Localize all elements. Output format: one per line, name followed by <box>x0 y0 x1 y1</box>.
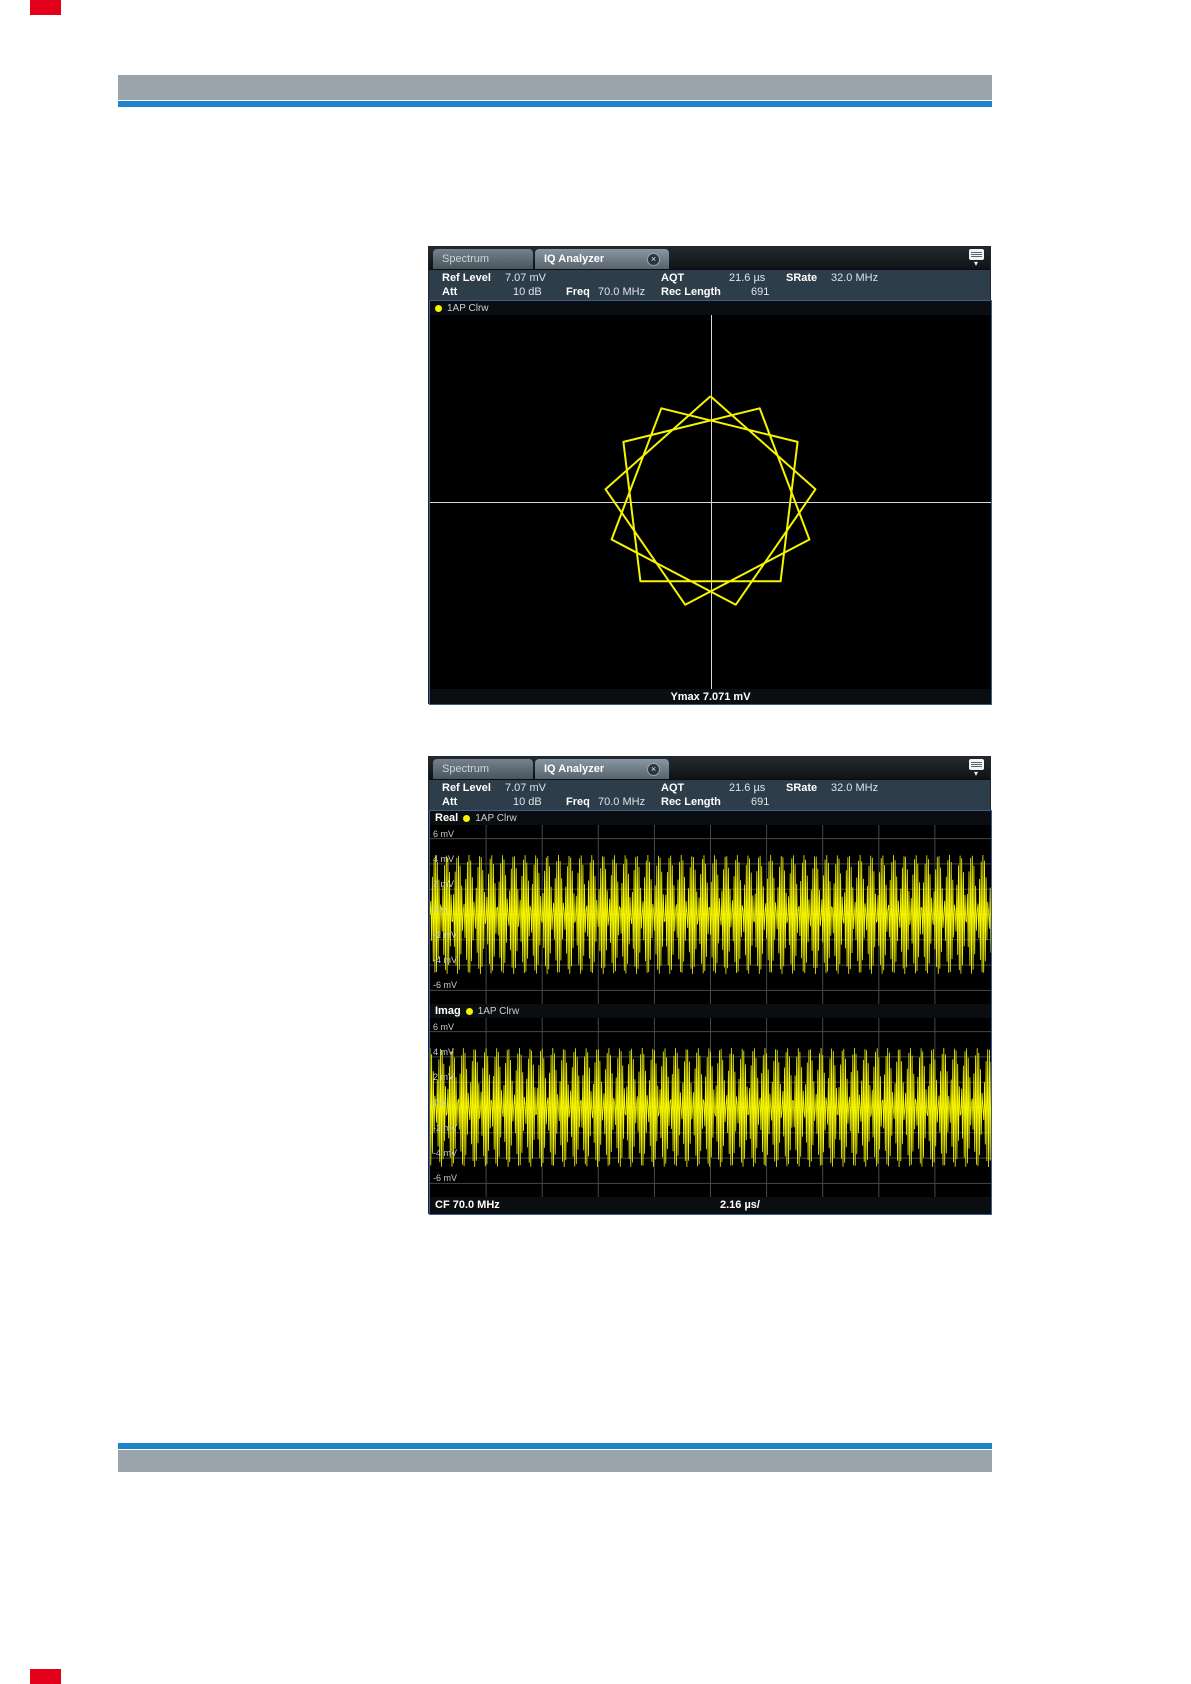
imag-trace-plot: 6 mV 4 mV 2 mV 0 V -2 mV -4 mV -6 mV <box>430 1018 991 1197</box>
aqt-value: 21.6 µs <box>729 272 766 284</box>
imag-panel-header: Imag 1AP Clrw <box>430 1004 991 1018</box>
y-axis-tick-label: -6 mV <box>433 980 458 991</box>
vector-trace-svg <box>604 395 817 606</box>
tab-bar: Spectrum IQ Analyzer × ▾ <box>429 757 990 779</box>
ref-level-label: Ref Level <box>442 782 491 794</box>
y-axis-tick-label: 6 mV <box>433 1021 455 1032</box>
aqt-value: 21.6 µs <box>729 782 766 794</box>
red-registration-mark-top <box>30 0 61 15</box>
real-panel-label: Real <box>435 812 459 824</box>
tab-iq-analyzer[interactable]: IQ Analyzer × <box>535 249 669 269</box>
display-menu-button[interactable]: ▾ <box>967 759 985 778</box>
channel-info-bar: Ref Level 7.07 mV AQT 21.6 µs SRate 32.0… <box>429 779 990 810</box>
y-axis-tick-label: 2 mV <box>433 879 455 890</box>
y-axis-tick-label: 6 mV <box>433 828 455 839</box>
ref-level-label: Ref Level <box>442 272 491 284</box>
x-scale-label: 2.16 µs/ <box>720 1199 760 1211</box>
freq-value: 70.0 MHz <box>598 796 646 808</box>
page-header-accent-line <box>118 101 992 107</box>
tab-spectrum[interactable]: Spectrum <box>433 759 533 779</box>
rec-length-label: Rec Length <box>661 286 721 298</box>
y-axis-tick-label: -2 mV <box>433 929 458 940</box>
page-header-bar <box>118 75 992 100</box>
att-label: Att <box>442 286 458 298</box>
tab-spectrum-label: Spectrum <box>442 763 490 775</box>
tab-iq-analyzer-label: IQ Analyzer <box>544 763 605 775</box>
aqt-label: AQT <box>661 782 685 794</box>
vector-diagram-plot <box>430 315 991 689</box>
y-axis-tick-label: -4 mV <box>433 1148 458 1159</box>
y-axis-tick-label: 0 V <box>433 1097 447 1108</box>
waveform-trace-svg <box>430 1018 991 1197</box>
trace-label: 1AP Clrw <box>477 1005 520 1017</box>
tab-bar: Spectrum IQ Analyzer × ▾ <box>429 247 990 269</box>
chevron-down-icon: ▾ <box>973 259 978 268</box>
trace-label: 1AP Clrw <box>447 302 489 314</box>
close-tab-icon[interactable]: × <box>647 762 660 776</box>
tab-iq-analyzer[interactable]: IQ Analyzer × <box>535 759 669 779</box>
att-label: Att <box>442 796 458 808</box>
real-trace-plot: 6 mV 4 mV 2 mV 0 V -2 mV -4 mV -6 mV <box>430 825 991 1004</box>
att-value: 10 dB <box>513 286 542 298</box>
ref-level-value: 7.07 mV <box>505 782 546 794</box>
tab-spectrum[interactable]: Spectrum <box>433 249 533 269</box>
y-axis-tick-label: 2 mV <box>433 1072 455 1083</box>
trace-color-dot-icon <box>435 304 442 312</box>
imag-panel-label: Imag <box>435 1005 461 1017</box>
y-axis-tick-label: 0 V <box>433 904 447 915</box>
y-axis-tick-label: -2 mV <box>433 1122 458 1133</box>
vector-diagram-window: 1AP Clrw Ymax 7.071 mV <box>429 300 992 705</box>
srate-value: 32.0 MHz <box>831 272 879 284</box>
y-axis-tick-label: -4 mV <box>433 955 458 966</box>
freq-value: 70.0 MHz <box>598 286 646 298</box>
y-axis-tick-label: 4 mV <box>433 853 455 864</box>
y-axis-tick-label: -6 mV <box>433 1173 458 1184</box>
iq-analyzer-real-imag-screenshot: Spectrum IQ Analyzer × ▾ Ref Level 7.07 … <box>428 756 992 1215</box>
real-panel-header: Real 1AP Clrw <box>430 811 991 825</box>
display-menu-button[interactable]: ▾ <box>967 249 985 268</box>
tab-iq-analyzer-label: IQ Analyzer <box>544 253 605 265</box>
aqt-label: AQT <box>661 272 685 284</box>
srate-value: 32.0 MHz <box>831 782 879 794</box>
ymax-footer: Ymax 7.071 mV <box>430 689 991 704</box>
center-frequency-label: CF 70.0 MHz <box>435 1199 500 1211</box>
srate-label: SRate <box>786 272 818 284</box>
trace-header: 1AP Clrw <box>430 301 991 315</box>
freq-label: Freq <box>566 286 590 298</box>
att-value: 10 dB <box>513 796 542 808</box>
rec-length-value: 691 <box>751 286 770 298</box>
chevron-down-icon: ▾ <box>973 769 978 778</box>
close-tab-icon[interactable]: × <box>647 252 660 266</box>
red-registration-mark-bottom <box>30 1669 61 1684</box>
trace-color-dot-icon <box>463 814 471 822</box>
rec-length-value: 691 <box>751 796 770 808</box>
manual-page: Spectrum IQ Analyzer × ▾ Ref Level 7.07 … <box>0 0 1191 1684</box>
iq-analyzer-vector-screenshot: Spectrum IQ Analyzer × ▾ Ref Level 7.07 … <box>428 246 992 705</box>
channel-info-bar: Ref Level 7.07 mV AQT 21.6 µs SRate 32.0… <box>429 269 990 300</box>
srate-label: SRate <box>786 782 818 794</box>
freq-label: Freq <box>566 796 590 808</box>
real-imag-window: Real 1AP Clrw 6 mV 4 mV 2 mV 0 V -2 mV -4 mV -… <box>429 810 992 1215</box>
x-axis-footer: CF 70.0 MHz 2.16 µs/ <box>430 1197 991 1214</box>
rec-length-label: Rec Length <box>661 796 721 808</box>
y-axis-tick-label: 4 mV <box>433 1046 455 1057</box>
page-footer-bar <box>118 1450 992 1472</box>
tab-spectrum-label: Spectrum <box>442 253 490 265</box>
waveform-trace-svg <box>430 825 991 1004</box>
ymax-label: Ymax 7.071 mV <box>670 690 751 703</box>
trace-label: 1AP Clrw <box>475 812 517 824</box>
ref-level-value: 7.07 mV <box>505 272 546 284</box>
page-footer-accent-line <box>118 1443 992 1449</box>
trace-color-dot-icon <box>465 1007 473 1015</box>
